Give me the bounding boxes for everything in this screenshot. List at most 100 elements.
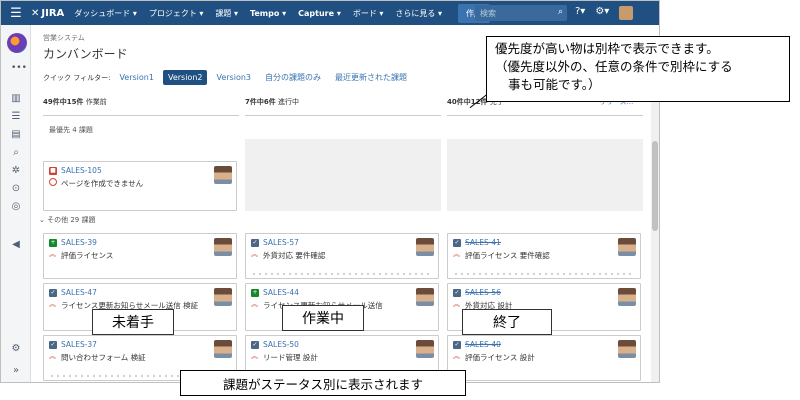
issue-key[interactable]: SALES-47 [61,288,97,297]
blocked-icon [49,178,57,186]
quick-filter-label: クイック フィルター: [43,73,111,82]
assignee-avatar [214,288,232,306]
priority-icon: ︽ [251,300,258,308]
issue-key[interactable]: SALES-41 [465,238,501,247]
search-icon: ⌕ [557,7,563,17]
backlog-icon[interactable]: ☰ [10,111,22,123]
issue-summary: 評価ライセンス 要件確認 [465,251,550,260]
assignee-avatar [416,288,434,306]
filter-version3[interactable]: Version3 [211,70,256,85]
reports-icon[interactable]: ▤ [10,129,22,141]
bug-icon[interactable]: ✲ [10,165,22,177]
user-avatar[interactable] [619,6,634,20]
nav-tempo[interactable]: Tempo ▾ [250,9,286,18]
issue-key[interactable]: SALES-44 [263,288,299,297]
scrollbar-thumb[interactable] [652,141,658,231]
issue-key[interactable]: SALES-105 [61,166,102,175]
annotation-todo: 未着手 [92,309,174,335]
gear-icon[interactable]: ⚙▾ [595,6,609,20]
megaphone-icon[interactable]: ◀ [10,239,22,251]
priority-icon: ︽ [49,250,56,258]
issue-summary: 評価ライセンス [61,251,114,260]
column-empty-area [447,139,643,211]
expand-icon[interactable]: » [10,365,22,377]
issue-key[interactable]: SALES-50 [263,340,299,349]
assignee-avatar [214,238,232,256]
nav-capture[interactable]: Capture ▾ [298,9,341,18]
assignee-avatar [214,166,232,184]
jira-logo[interactable]: ✕ JIRA [31,8,64,19]
assignee-avatar [618,238,636,256]
column-header-todo: 49件中15件 作業前 [43,98,107,106]
assignee-avatar [214,340,232,358]
nav-projects[interactable]: プロジェクト ▾ [149,8,204,19]
chevron-circle-icon[interactable]: ⊙ [10,183,22,195]
issue-card[interactable]: + SALES-39 ︽ 評価ライセンス [43,233,237,279]
settings-icon[interactable]: ⚙ [10,343,22,355]
board-icon[interactable]: ▥ [10,93,22,105]
search-input[interactable]: 検索 ⌕ [475,5,567,21]
column-divider [447,115,643,116]
swimlane-other[interactable]: ⌄ その他 29 課題 [39,215,95,225]
column-empty-area [245,139,441,211]
components-icon[interactable]: ◎ [10,201,22,213]
menu-icon[interactable]: ☰ [1,6,31,21]
task-type-icon: ✓ [453,289,461,297]
annotation-progress: 作業中 [282,305,364,331]
nav-dashboard[interactable]: ダッシュボード ▾ [74,8,137,19]
story-type-icon: + [49,239,57,247]
task-type-icon: ✓ [453,239,461,247]
nav-issues[interactable]: 課題 ▾ [215,8,238,19]
issue-card[interactable]: ✓ SALES-57 ︽ 外貨対応 要件確認 [245,233,439,279]
annotation-status-callout: 課題がステータス別に表示されます [180,370,466,396]
nav-boards[interactable]: ボード ▾ [353,8,384,19]
task-type-icon: ✓ [251,341,259,349]
filter-version1[interactable]: Version1 [114,70,159,85]
filter-version2[interactable]: Version2 [162,70,208,85]
progress-dots [453,273,635,275]
project-avatar[interactable] [7,33,27,53]
task-type-icon: ✓ [453,341,461,349]
filter-my-issues[interactable]: 自分の課題のみ [260,69,326,86]
issue-summary: 外貨対応 要件確認 [263,251,326,260]
issue-key[interactable]: SALES-40 [465,340,501,349]
priority-icon: ︽ [251,250,258,258]
issues-search-icon[interactable]: ⌕ [10,147,22,159]
progress-dots [251,273,433,275]
nav-more[interactable]: さらに見る ▾ [395,8,442,19]
vertical-scrollbar[interactable] [651,89,659,382]
page-title: カンバンボード [43,47,128,61]
task-type-icon: ✓ [49,289,57,297]
task-type-icon: ✓ [49,341,57,349]
priority-icon: ︽ [453,352,460,360]
breadcrumb[interactable]: 営業システム [43,33,85,43]
issue-key[interactable]: SALES-57 [263,238,299,247]
issue-summary: リード管理 設計 [263,353,318,362]
column-divider [245,115,441,116]
priority-icon: ︽ [453,300,460,308]
callout-line-1: 優先度が高い物は別枠で表示できます。 [495,41,719,56]
filter-recent[interactable]: 最近更新された課題 [330,69,412,86]
issue-key[interactable]: SALES-37 [61,340,97,349]
column-header-progress: 7件中6件 進行中 [245,98,299,106]
issue-card[interactable]: ✓ SALES-40 ︽ 評価ライセンス 設計 [447,335,641,381]
assignee-avatar [618,288,636,306]
swimlane-top[interactable]: 最優先 4 課題 [49,125,93,135]
issue-key[interactable]: SALES-56 [465,288,501,297]
more-icon[interactable]: ••• [11,63,27,73]
priority-icon: ︽ [251,352,258,360]
story-type-icon: + [251,289,259,297]
assignee-avatar [618,340,636,358]
issue-key[interactable]: SALES-39 [61,238,97,247]
help-icon[interactable]: ?▾ [575,6,585,20]
issue-card[interactable]: ✓ SALES-41 ︽ 評価ライセンス 要件確認 [447,233,641,279]
nav-right-tools: ?▾ ⚙▾ [575,6,634,20]
annotation-priority-callout: 優先度が高い物は別枠で表示できます。 （優先度以外の、任意の条件で別枠にする 事… [486,36,790,102]
callout-line-2: （優先度以外の、任意の条件で別枠にする [495,59,733,74]
callout-line-3: 事も可能です。） [508,77,601,92]
task-type-icon: ✓ [251,239,259,247]
issue-card[interactable]: ■ SALES-105 ページを作成できません [43,161,237,211]
assignee-avatar [416,238,434,256]
priority-icon: ︽ [49,300,56,308]
search-placeholder: 検索 [480,9,496,18]
